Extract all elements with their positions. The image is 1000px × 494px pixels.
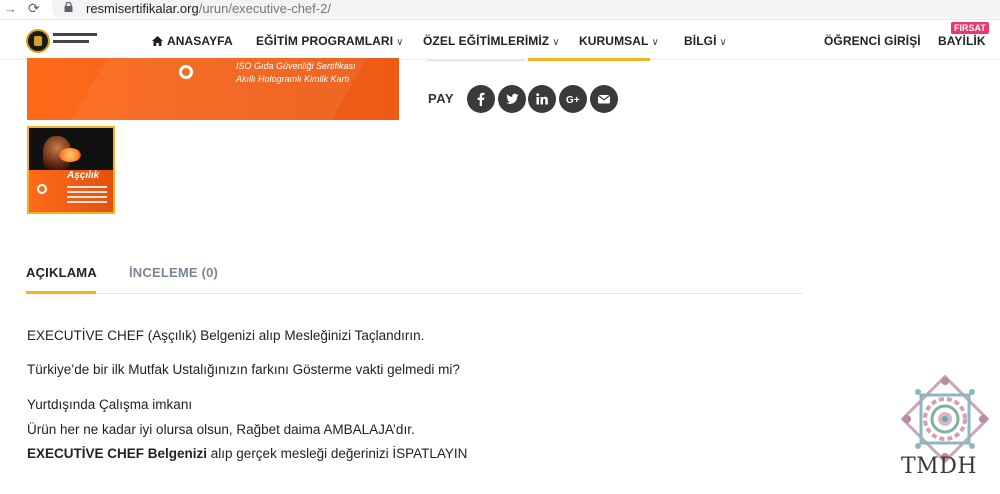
google-plus-icon[interactable]: G+ <box>559 85 587 113</box>
browser-address-bar: → ⟳ resmisertifikalar.org/urun/executive… <box>0 0 1000 20</box>
product-thumbnail[interactable]: Aşçılık <box>27 126 115 214</box>
description-paragraph-3: Yurtdışında Çalışma imkanı <box>27 397 193 412</box>
description-paragraph-5: EXECUTİVE CHEF Belgenizi alıp gerçek mes… <box>27 446 467 461</box>
add-to-cart-button[interactable] <box>528 58 650 61</box>
tab-description[interactable]: AÇIKLAMA <box>26 265 97 280</box>
tab-reviews[interactable]: İNCELEME (0) <box>129 265 218 280</box>
email-icon[interactable] <box>590 85 618 113</box>
flame-glow <box>59 148 81 162</box>
twitter-icon[interactable] <box>498 85 526 113</box>
nav-student-login-label: ÖĞRENCİ GİRİŞİ <box>824 34 921 48</box>
logo-seal-icon <box>26 29 50 53</box>
description-paragraph-1: EXECUTİVE CHEF (Aşçılık) Belgenizi alıp … <box>27 328 425 343</box>
nav-dealer[interactable]: BAYİLİK <box>938 34 986 48</box>
site-logo[interactable] <box>26 28 98 54</box>
dealer-badge: FIRSAT <box>951 22 989 34</box>
active-tab-indicator <box>26 291 96 294</box>
product-tabs: AÇIKLAMA İNCELEME (0) <box>26 262 802 294</box>
watermark-text: TMDH <box>901 454 978 479</box>
description-rest-text: alıp gerçek mesleği değerinizi İSPATLAYI… <box>207 446 468 461</box>
nav-home-label: ANASAYFA <box>167 34 233 48</box>
url-path: /urun/executive-chef-2/ <box>198 1 331 16</box>
banner-ring-icon <box>179 65 193 79</box>
nav-special-label: ÖZEL EĞİTİMLERİMİZ <box>423 34 550 48</box>
nav-corporate[interactable]: KURUMSAL ∨ <box>579 34 659 48</box>
thumbnail-ring-icon <box>37 184 47 194</box>
nav-info-label: BİLGİ <box>684 34 717 48</box>
nav-corporate-label: KURUMSAL <box>579 34 649 48</box>
nav-home[interactable]: ANASAYFA <box>152 34 233 48</box>
lock-icon <box>64 2 73 12</box>
share-label: PAY <box>428 91 455 106</box>
back-arrow-icon[interactable]: → <box>4 1 17 16</box>
banner-line-1: ISO Gıda Güvenliği Sertifikası <box>236 61 356 71</box>
chevron-down-icon: ∨ <box>396 37 404 48</box>
nav-special[interactable]: ÖZEL EĞİTİMLERİMİZ ∨ <box>423 34 560 48</box>
nav-dealer-label: BAYİLİK <box>938 34 986 48</box>
thumbnail-text-lines <box>67 186 107 206</box>
home-icon <box>152 36 163 46</box>
banner-line-2: Akıllı Hologramlı Kimlik Kartı <box>236 74 350 84</box>
chevron-down-icon: ∨ <box>719 37 727 48</box>
nav-training[interactable]: EĞİTİM PROGRAMLARI ∨ <box>256 34 404 48</box>
reload-icon[interactable]: ⟳ <box>28 0 40 17</box>
linkedin-icon[interactable] <box>528 85 556 113</box>
quantity-stepper[interactable] <box>428 58 524 61</box>
description-paragraph-2: Türkiye’de bir ilk Mutfak Ustalığınızın … <box>27 362 460 377</box>
logo-wordmark <box>53 33 97 47</box>
description-bold-text: EXECUTİVE CHEF Belgenizi <box>27 446 208 461</box>
svg-text:G+: G+ <box>566 95 580 106</box>
site-header: ANASAYFA EĞİTİM PROGRAMLARI ∨ ÖZEL EĞİTİM… <box>0 22 1000 60</box>
chevron-down-icon: ∨ <box>552 37 560 48</box>
facebook-icon[interactable] <box>467 85 495 113</box>
nav-training-label: EĞİTİM PROGRAMLARI <box>256 34 394 48</box>
url-text[interactable]: resmisertifikalar.org/urun/executive-che… <box>86 1 331 16</box>
description-paragraph-4: Ürün her ne kadar iyi olursa olsun, Rağb… <box>27 422 415 437</box>
nav-info[interactable]: BİLGİ ∨ <box>684 34 727 48</box>
thumbnail-title: Aşçılık <box>67 170 100 181</box>
nav-student-login[interactable]: ÖĞRENCİ GİRİŞİ <box>824 34 921 48</box>
url-host: resmisertifikalar.org <box>86 1 199 16</box>
chevron-down-icon: ∨ <box>651 37 659 48</box>
